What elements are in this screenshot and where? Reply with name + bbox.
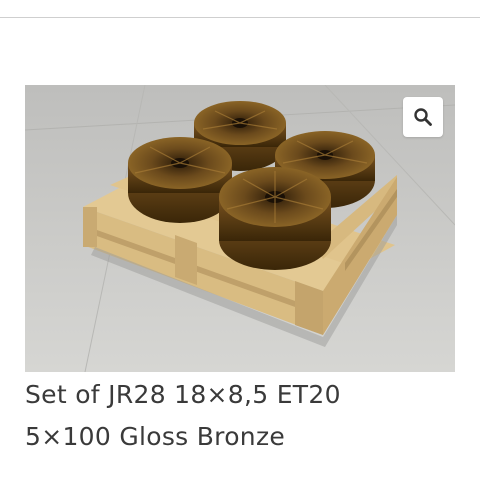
- product-image[interactable]: [25, 85, 455, 372]
- product-title-line-2: 5×100 Gloss Bronze: [25, 422, 286, 451]
- zoom-button[interactable]: [403, 97, 443, 137]
- magnifier-icon: [414, 108, 432, 126]
- product-title-line-1: Set of JR28 18×8,5 ET20: [25, 380, 341, 409]
- product-photo: [25, 85, 455, 372]
- product-title: Set of JR28 18×8,5 ET20 5×100 Gloss Bron…: [25, 374, 465, 458]
- header-divider: [0, 17, 480, 18]
